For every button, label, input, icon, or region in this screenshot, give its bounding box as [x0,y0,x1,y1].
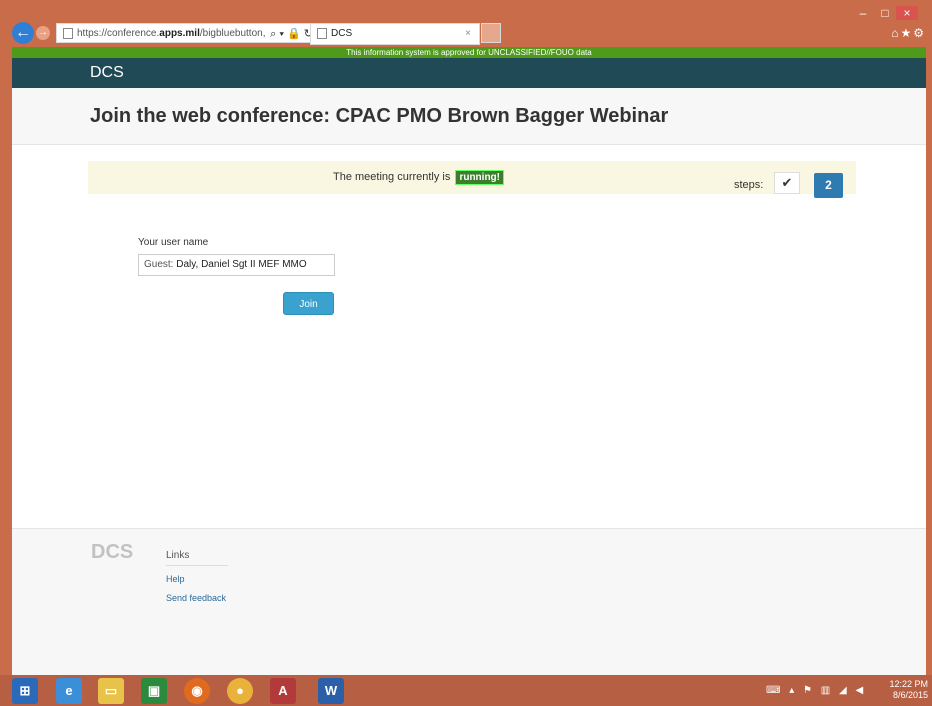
classification-banner: This information system is approved for … [12,47,926,58]
browser-tab[interactable]: DCS × [310,23,480,45]
step-2-indicator: 2 [814,173,843,198]
username-label: Your user name [138,237,209,248]
windows-logo-icon[interactable]: ⊞ [12,678,38,704]
url-suffix: /bigbluebutton, [199,28,266,39]
back-button[interactable]: ← [12,22,34,44]
tab-close-icon[interactable]: × [465,24,471,44]
username-value: Daly, Daniel Sgt II MEF MMO [176,259,307,270]
address-bar[interactable]: https://conference.apps.mil/bigbluebutto… [56,23,318,43]
tab-title: DCS [331,28,353,39]
join-button[interactable]: Join [283,292,334,315]
system-tray-icons[interactable]: ⌨ ▴ ⚑ ▥ ◢ ◀ [766,685,866,696]
ie-icon[interactable]: e [56,678,82,704]
steps-label: steps: [734,179,764,191]
chrome-icon[interactable]: ● [227,678,253,704]
meeting-status-box: The meeting currently is running! steps:… [88,161,856,198]
page-icon [317,27,327,39]
access-icon[interactable]: A [270,678,296,704]
maximize-icon[interactable]: □ [874,6,896,20]
address-tools-icons[interactable]: ⌕ ▾ 🔒 ↻ [267,24,313,42]
status-label: The meeting currently is [333,171,451,183]
file-explorer-icon[interactable]: ▭ [98,678,124,704]
guest-prefix: Guest: [144,259,174,270]
clock[interactable]: 12:22 PM 8/6/2015 [889,679,928,701]
username-input[interactable]: Guest: Daly, Daniel Sgt II MEF MMO [138,254,335,276]
page-icon [63,27,73,39]
minimize-icon[interactable]: – [852,6,874,20]
meeting-status-text: The meeting currently is running! [333,170,504,185]
send-feedback-link[interactable]: Send feedback [166,593,226,603]
footer-logo: DCS [91,541,134,563]
status-badge: running! [455,170,504,185]
step-1-checkmark-icon: ✔ [774,172,800,194]
clock-date: 8/6/2015 [892,690,928,700]
close-icon[interactable]: × [896,6,918,20]
store-icon[interactable]: ▣ [141,678,167,704]
help-link[interactable]: Help [166,574,185,584]
window-controls: – □ × [852,6,918,20]
top-nav: DCS [12,58,926,88]
taskbar: ⊞ e ▭ ▣ ◉ ● A W ⌨ ▴ ⚑ ▥ ◢ ◀ 12:22 PM 8/6… [0,675,932,706]
new-tab-button[interactable] [481,23,501,43]
links-heading: Links [166,550,228,566]
page-title: Join the web conference: CPAC PMO Brown … [90,105,669,127]
footer: DCS Links Help Send feedback [12,528,926,676]
url-prefix: https://conference. [77,28,160,39]
url-domain: apps.mil [159,28,200,39]
title-band: Join the web conference: CPAC PMO Brown … [12,88,926,145]
page: DCS Join the web conference: CPAC PMO Br… [12,58,926,676]
firefox-icon[interactable]: ◉ [184,678,210,704]
browser-chrome: ← → https://conference.apps.mil/bigblueb… [12,6,926,47]
home-favorites-settings-icons[interactable]: ⌂★⚙ [891,26,926,40]
forward-button[interactable]: → [36,26,50,40]
word-icon[interactable]: W [318,678,344,704]
brand-logo[interactable]: DCS [90,64,124,81]
clock-time: 12:22 PM [889,679,928,689]
